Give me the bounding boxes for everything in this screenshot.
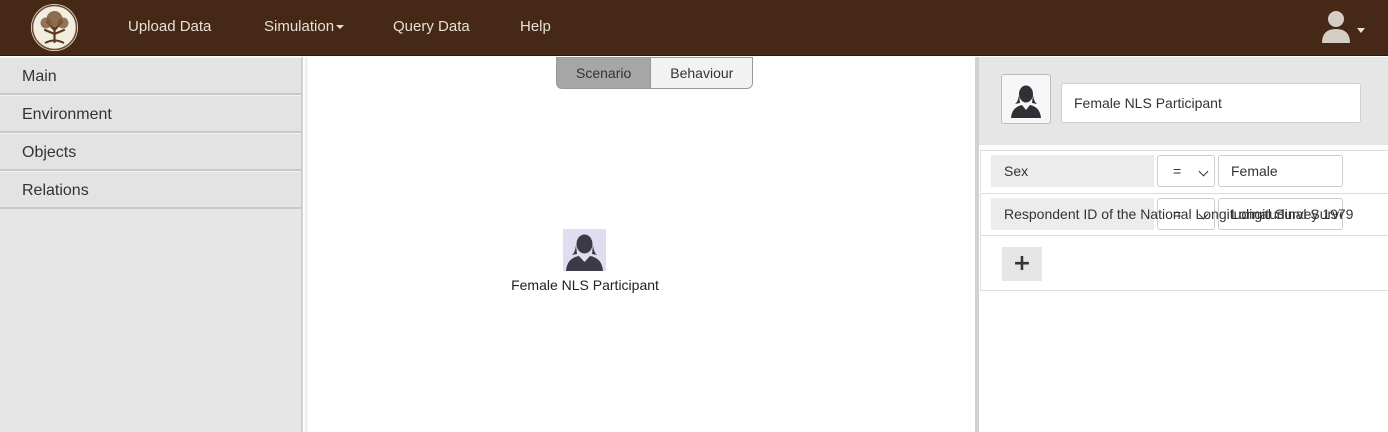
nav-upload-data[interactable]: Upload Data [128, 0, 211, 56]
add-attribute-row: + [980, 235, 1388, 291]
tab-behaviour[interactable]: Behaviour [650, 57, 754, 89]
operator-value: = [1173, 163, 1182, 179]
nav-query-data[interactable]: Query Data [393, 0, 470, 56]
user-icon [1322, 11, 1365, 43]
object-properties-panel: Sex = Respondent ID of the National Long… [979, 57, 1388, 432]
left-sidebar: Main Environment Objects Relations [0, 57, 303, 432]
sidebar-item-relations[interactable]: Relations [0, 171, 301, 209]
operator-select[interactable]: = [1157, 155, 1215, 187]
add-attribute-button[interactable]: + [1002, 247, 1042, 281]
nav-help[interactable]: Help [520, 0, 551, 56]
attribute-row: Respondent ID of the National Longitudin… [980, 193, 1388, 235]
canvas-edge [305, 57, 309, 432]
attribute-name: Sex [991, 155, 1154, 187]
user-menu[interactable] [1320, 9, 1372, 45]
nav-simulation-label: Simulation [264, 18, 335, 35]
object-avatar-button[interactable] [1001, 74, 1051, 124]
nav-simulation[interactable]: Simulation [264, 0, 345, 56]
sidebar-item-objects[interactable]: Objects [0, 133, 301, 171]
attribute-row: Sex = [980, 150, 1388, 192]
female-person-icon [566, 234, 603, 271]
view-toggle: Scenario Behaviour [556, 57, 754, 89]
top-navbar: Upload Data Simulation Query Data Help [0, 0, 1388, 56]
chevron-down-icon [1198, 166, 1209, 177]
sidebar-item-main[interactable]: Main [0, 57, 301, 95]
panel-header [979, 57, 1388, 145]
sidebar-item-environment[interactable]: Environment [0, 95, 301, 133]
scenario-canvas[interactable] [305, 57, 975, 432]
node-label: Female NLS Participant [511, 277, 659, 293]
attribute-value-input[interactable] [1218, 155, 1343, 187]
tree-logo-icon[interactable] [31, 4, 78, 51]
caret-down-icon [336, 25, 345, 30]
object-name-input[interactable] [1061, 83, 1361, 123]
attribute-name: Respondent ID of the National Longitudin… [1004, 206, 1354, 222]
tab-scenario[interactable]: Scenario [556, 57, 651, 89]
female-person-icon [1011, 85, 1041, 118]
scenario-node[interactable] [563, 229, 606, 271]
